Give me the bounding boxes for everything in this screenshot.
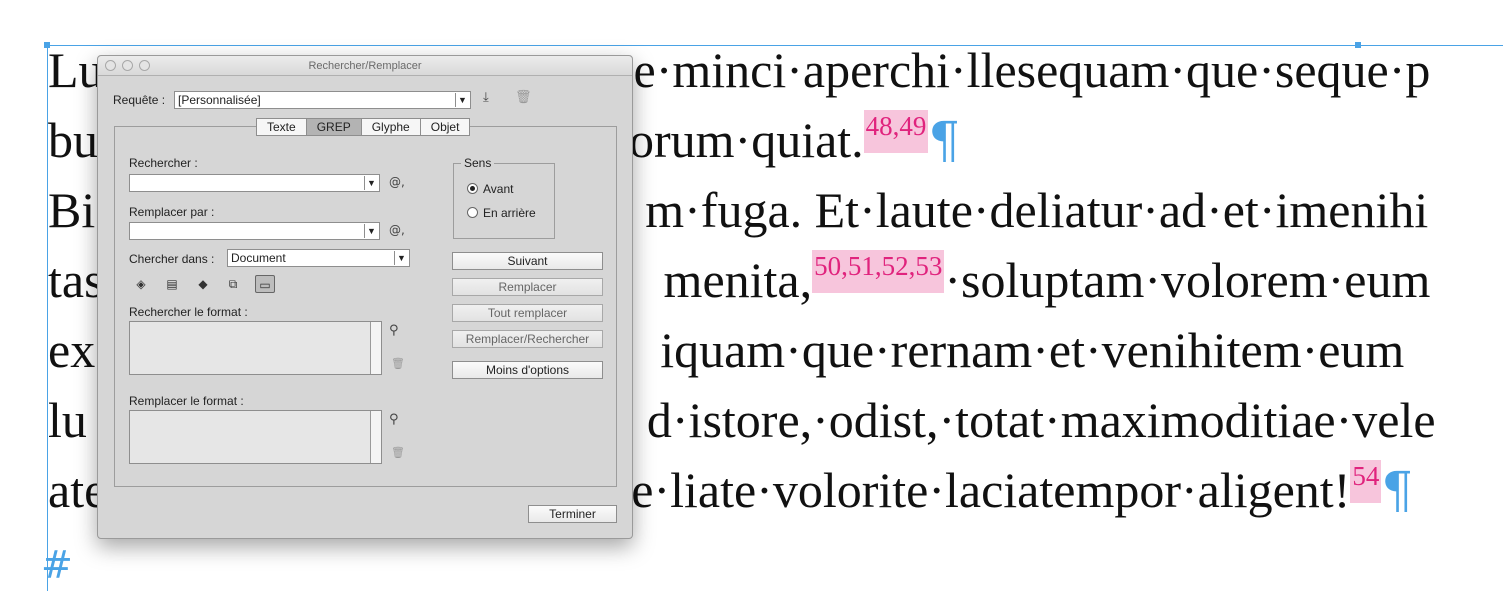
scrollbar[interactable] bbox=[370, 411, 381, 463]
include-locked-layers-icon[interactable]: ◈ bbox=[131, 275, 151, 293]
direction-backward-radio[interactable] bbox=[467, 207, 478, 218]
line-start-text: Lu bbox=[48, 42, 104, 98]
search-in-value: Document bbox=[231, 251, 286, 265]
include-footnotes-icon[interactable]: ▭ bbox=[255, 275, 275, 293]
replace-find-button[interactable]: Remplacer/Rechercher bbox=[452, 330, 603, 348]
tab-objet[interactable]: Objet bbox=[420, 118, 471, 136]
at-symbol-icon[interactable]: @, bbox=[389, 223, 405, 237]
replace-label: Remplacer par : bbox=[129, 205, 215, 219]
include-master-pages-icon[interactable]: ⧉ bbox=[223, 275, 243, 293]
tab-grep[interactable]: GREP bbox=[306, 118, 362, 136]
chevron-down-icon: ▼ bbox=[394, 251, 408, 265]
tab-glyphe[interactable]: Glyphe bbox=[361, 118, 421, 136]
pilcrow-icon: ¶ bbox=[1381, 461, 1414, 519]
chevron-down-icon: ▼ bbox=[364, 176, 378, 190]
line-end-text: e·liate·volorite·laciatempor·aligent! bbox=[631, 462, 1351, 518]
tab-texte[interactable]: Texte bbox=[256, 118, 307, 136]
line-start-text: ex bbox=[48, 322, 96, 378]
find-format-label: Rechercher le format : bbox=[129, 305, 248, 319]
include-locked-stories-icon[interactable]: ▤ bbox=[162, 275, 182, 293]
query-label: Requête : bbox=[113, 93, 166, 107]
search-in-select[interactable]: Document ▼ bbox=[227, 249, 410, 267]
line-end-text: d·istore,·odist,·totat·maximoditiae·vele bbox=[646, 392, 1436, 448]
find-input[interactable]: ▼ bbox=[129, 174, 380, 192]
save-icon[interactable]: ⤓ bbox=[483, 90, 489, 105]
line-end-text: menita, bbox=[663, 252, 813, 308]
fewer-options-button[interactable]: Moins d'options bbox=[452, 361, 603, 379]
scrollbar[interactable] bbox=[370, 322, 381, 374]
trash-icon[interactable]: 🗑 bbox=[391, 446, 405, 459]
search-in-label: Chercher dans : bbox=[129, 252, 215, 266]
trash-icon[interactable]: 🗑 bbox=[515, 90, 532, 105]
footnote-reference[interactable]: 48,49 bbox=[863, 110, 929, 153]
dialog-title: Rechercher/Remplacer bbox=[308, 60, 422, 72]
line-end-text: m·fuga. Et·laute·deliatur·ad·et·imenihi bbox=[645, 182, 1429, 238]
footnote-reference[interactable]: 54 bbox=[1350, 460, 1382, 503]
direction-forward-label: Avant bbox=[483, 182, 514, 196]
direction-forward-radio[interactable] bbox=[467, 183, 478, 194]
line-start-text: lu bbox=[48, 392, 87, 448]
line-start-text: bu bbox=[48, 112, 98, 168]
format-search-icon[interactable]: ⚲ bbox=[389, 412, 399, 427]
find-label: Rechercher : bbox=[129, 156, 198, 170]
dialog-titlebar[interactable]: Rechercher/Remplacer bbox=[98, 56, 632, 76]
line-start-text: tas bbox=[48, 252, 104, 308]
chevron-down-icon: ▼ bbox=[364, 224, 378, 238]
query-select[interactable]: [Personnalisée] ▼ bbox=[174, 91, 471, 109]
find-format-box[interactable] bbox=[129, 321, 382, 375]
replace-format-label: Remplacer le format : bbox=[129, 394, 244, 408]
at-symbol-icon[interactable]: @, bbox=[389, 175, 405, 189]
line-start-text: Bi bbox=[48, 182, 96, 238]
pilcrow-icon: ¶ bbox=[928, 111, 961, 169]
line-end-text: e·minci·aperchi·llesequam·que·seque·p bbox=[633, 42, 1431, 98]
replace-all-button[interactable]: Tout remplacer bbox=[452, 304, 603, 322]
done-button[interactable]: Terminer bbox=[528, 505, 617, 523]
replace-format-box[interactable] bbox=[129, 410, 382, 464]
footnote-reference[interactable]: 50,51,52,53 bbox=[812, 250, 945, 293]
direction-backward-label: En arrière bbox=[483, 206, 536, 220]
direction-legend: Sens bbox=[461, 156, 495, 170]
format-search-icon[interactable]: ⚲ bbox=[389, 323, 399, 338]
chevron-down-icon: ▼ bbox=[455, 93, 469, 107]
direction-group bbox=[453, 163, 555, 239]
include-hidden-layers-icon[interactable]: ◆ bbox=[193, 275, 213, 293]
query-select-value: [Personnalisée] bbox=[178, 93, 261, 107]
replace-input[interactable]: ▼ bbox=[129, 222, 380, 240]
replace-button[interactable]: Remplacer bbox=[452, 278, 603, 296]
next-button[interactable]: Suivant bbox=[452, 252, 603, 270]
line-end-text-continued: ·soluptam·volorem·eum bbox=[944, 252, 1431, 308]
trash-icon[interactable]: 🗑 bbox=[391, 357, 405, 370]
end-of-story-icon: # bbox=[41, 543, 73, 587]
find-replace-dialog: Rechercher/Remplacer Requête : [Personna… bbox=[97, 55, 633, 539]
line-end-text: iquam·que·rernam·et·venihitem·eum bbox=[660, 322, 1405, 378]
search-type-tabs: Texte GREP Glyphe Objet bbox=[256, 118, 471, 136]
line-end-text: orum·quiat. bbox=[629, 112, 864, 168]
